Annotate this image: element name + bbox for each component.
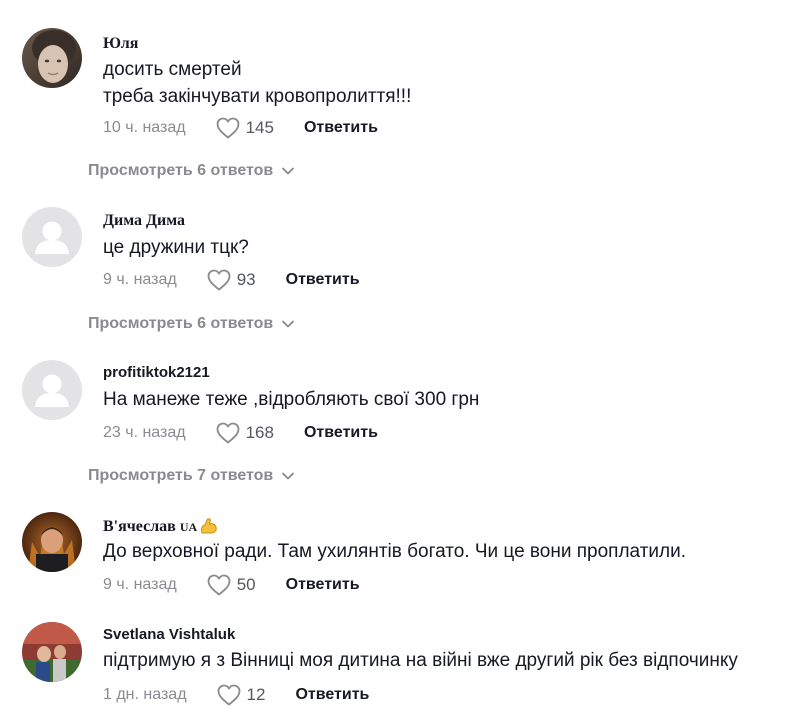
avatar[interactable] (22, 622, 82, 682)
avatar[interactable] (22, 360, 82, 420)
like-button[interactable]: 50 (207, 574, 286, 596)
comment-text-line: треба закінчувати кровопролиття!!! (103, 86, 412, 107)
like-button[interactable]: 12 (217, 684, 296, 706)
comment-author-name: В'ячеслав (103, 518, 176, 535)
comment-author[interactable]: Юля (103, 35, 138, 53)
comment-author[interactable]: Дима Дима (103, 212, 185, 230)
heart-icon (217, 684, 240, 706)
comment-meta: 1 дн. назад 12 Ответить (103, 684, 369, 706)
flexed-biceps-icon (199, 517, 219, 540)
avatar[interactable] (22, 512, 82, 572)
reply-button[interactable]: Ответить (295, 686, 369, 704)
like-button[interactable]: 93 (207, 269, 286, 291)
comment-text-line: підтримую я з Вінниці моя дитина на війн… (103, 650, 738, 671)
heart-icon (216, 422, 239, 444)
comment-text-line: це дружини тцк? (103, 237, 249, 258)
default-user-icon (22, 207, 82, 267)
comment-meta: 9 ч. назад 93 Ответить (103, 269, 360, 291)
heart-icon (207, 574, 231, 596)
avatar[interactable] (22, 207, 82, 267)
comment-meta: 23 ч. назад 168 Ответить (103, 422, 378, 444)
comment-author[interactable]: profitiktok2121 (103, 364, 210, 381)
comment-text-line: На манеже теже ,відробляють свої 300 грн (103, 389, 480, 410)
reply-button[interactable]: Ответить (304, 424, 378, 442)
avatar-photo (22, 28, 82, 88)
reply-button[interactable]: Ответить (286, 271, 360, 289)
like-count: 93 (236, 270, 256, 289)
view-replies-label: Просмотреть 6 ответов (88, 162, 274, 179)
view-replies-button[interactable]: Просмотреть 6 ответов (88, 161, 295, 181)
reply-button[interactable]: Ответить (286, 576, 360, 594)
ua-badge: UA (179, 520, 198, 534)
comment-author[interactable]: Svetlana Vishtaluk (103, 626, 235, 643)
view-replies-label: Просмотреть 7 ответов (88, 467, 274, 484)
comment-meta: 10 ч. назад 145 Ответить (103, 117, 378, 139)
reply-button[interactable]: Ответить (304, 119, 378, 137)
comment-timestamp: 23 ч. назад (103, 424, 186, 441)
view-replies-label: Просмотреть 6 ответов (88, 315, 274, 332)
comment-author[interactable]: В'ячеслав UA (103, 517, 219, 540)
comment-timestamp: 1 дн. назад (103, 686, 187, 703)
chevron-down-icon (282, 472, 295, 480)
comment-timestamp: 9 ч. назад (103, 576, 177, 593)
chevron-down-icon (282, 320, 295, 328)
avatar[interactable] (22, 28, 82, 88)
comment-text-line: досить смертей (103, 59, 242, 80)
like-button[interactable]: 168 (216, 422, 304, 444)
comment-timestamp: 10 ч. назад (103, 119, 186, 136)
like-count: 168 (245, 423, 274, 442)
like-count: 50 (236, 575, 256, 594)
avatar-photo (22, 622, 82, 682)
like-button[interactable]: 145 (216, 117, 304, 139)
view-replies-button[interactable]: Просмотреть 7 ответов (88, 466, 295, 486)
like-count: 12 (246, 685, 266, 704)
heart-icon (207, 269, 231, 291)
view-replies-button[interactable]: Просмотреть 6 ответов (88, 314, 295, 334)
heart-icon (216, 117, 239, 139)
default-user-icon (22, 360, 82, 420)
comment-text-line: До верховної ради. Там ухилянтів богато.… (103, 541, 686, 562)
comment-meta: 9 ч. назад 50 Ответить (103, 574, 360, 596)
like-count: 145 (245, 118, 274, 137)
chevron-down-icon (282, 167, 295, 175)
comment-timestamp: 9 ч. назад (103, 271, 177, 288)
avatar-photo (22, 512, 82, 572)
